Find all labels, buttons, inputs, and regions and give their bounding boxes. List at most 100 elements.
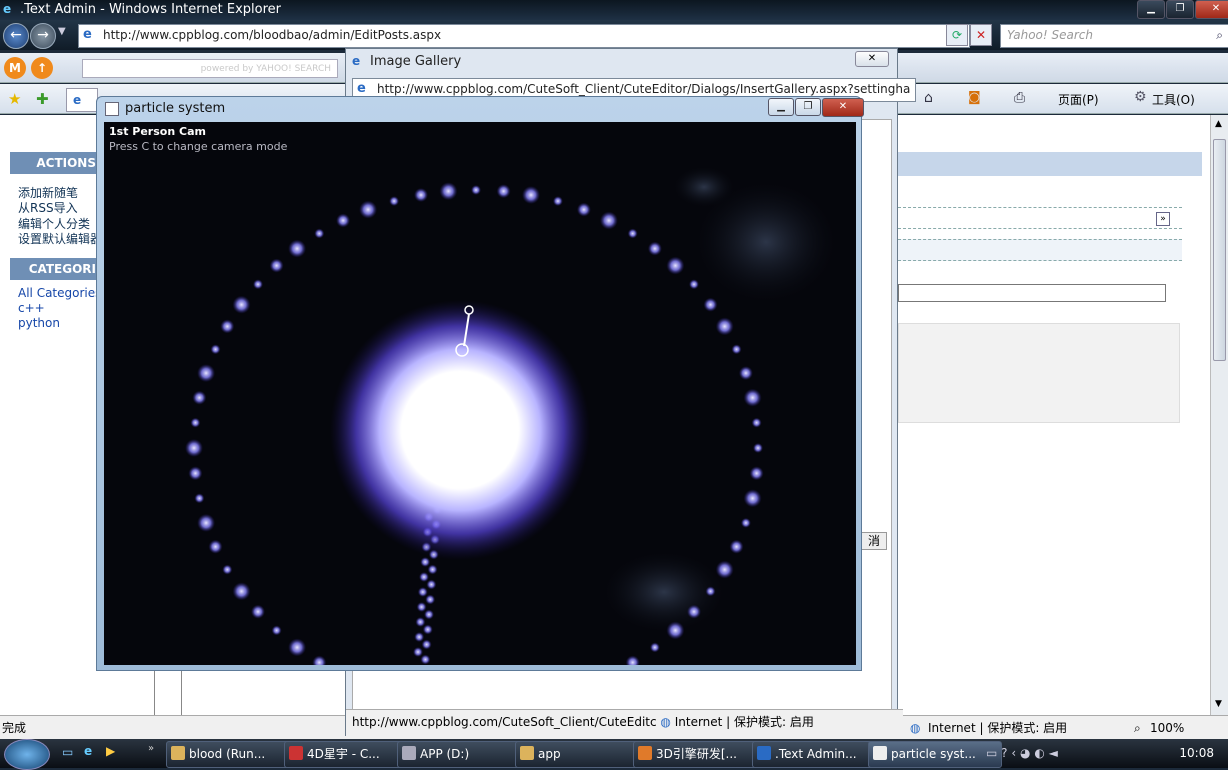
zoom-level[interactable]: 100% xyxy=(1150,716,1184,740)
media-player-icon[interactable]: ▶ xyxy=(106,744,115,758)
app-icon xyxy=(873,746,887,760)
particle xyxy=(271,625,282,636)
task-label: APP (D:) xyxy=(420,747,470,761)
particle xyxy=(413,647,423,657)
particle xyxy=(424,609,434,620)
task-label: 3D引擎研发[... xyxy=(656,747,738,761)
maximize-button[interactable]: ❐ xyxy=(1166,0,1194,19)
upload-icon[interactable]: ↑ xyxy=(31,57,53,79)
network-icon[interactable]: ▭ xyxy=(986,746,997,760)
scrollbar-thumb[interactable] xyxy=(1213,139,1226,361)
task-3d-engine[interactable]: 3D引擎研发[... xyxy=(633,741,770,768)
task-particle-system[interactable]: particle syst... xyxy=(868,741,1002,768)
update-icon[interactable]: ◐ xyxy=(1034,746,1044,760)
expand-toggle-icon[interactable]: » xyxy=(1156,212,1170,226)
start-button[interactable] xyxy=(4,739,50,770)
particle xyxy=(419,572,429,582)
particle xyxy=(420,557,431,567)
particle xyxy=(753,443,763,453)
particle xyxy=(471,185,481,195)
particle xyxy=(422,624,433,635)
scroll-down-icon[interactable]: ▼ xyxy=(1215,699,1222,709)
folder-icon xyxy=(171,746,185,760)
tools-menu[interactable]: 工具(O) xyxy=(1152,91,1195,108)
gallery-close-button[interactable]: ✕ xyxy=(855,51,889,67)
category-all[interactable]: All Categories xyxy=(18,286,101,300)
yahoo-search-box[interactable]: powered by YAHOO! SEARCH xyxy=(82,59,338,78)
page-icon: e xyxy=(83,27,92,42)
particle xyxy=(647,241,662,256)
particle xyxy=(414,188,428,202)
search-icon[interactable]: ⌕ xyxy=(1216,25,1223,45)
particle xyxy=(740,517,751,528)
folder-icon xyxy=(520,746,534,760)
ps-maximize-button[interactable]: ❐ xyxy=(795,98,821,116)
page-menu[interactable]: 页面(P) xyxy=(1058,91,1099,108)
particle xyxy=(220,319,235,334)
particle xyxy=(743,489,762,508)
rss-feed-icon[interactable]: ◙ xyxy=(968,90,981,105)
history-dropdown-icon[interactable]: ▼ xyxy=(58,26,66,37)
clock[interactable]: 10:08 xyxy=(1179,739,1214,768)
task-label: particle syst... xyxy=(891,747,976,761)
render-canvas[interactable]: 1st Person Cam Press C to change camera … xyxy=(104,122,856,665)
show-desktop-icon[interactable]: ▭ xyxy=(62,745,73,759)
gallery-security-zone: Internet | 保护模式: 启用 xyxy=(674,715,814,729)
category-cpp[interactable]: c++ xyxy=(18,301,45,315)
add-favorite-icon[interactable]: ✚ xyxy=(36,90,49,108)
particle xyxy=(703,297,718,312)
particle xyxy=(426,579,437,590)
task-text-admin[interactable]: .Text Admin... xyxy=(752,741,886,768)
close-button[interactable]: ✕ xyxy=(1195,0,1228,19)
task-4d[interactable]: 4D星宇 - C... xyxy=(284,741,413,768)
particle xyxy=(715,317,734,336)
ie-quicklaunch-icon[interactable]: e xyxy=(84,744,92,758)
particle xyxy=(421,639,432,650)
system-tray: ▭ ? ‹ ◕ ◐ ◄ xyxy=(986,742,1126,765)
chat-icon xyxy=(638,746,652,760)
action-default-editor[interactable]: 设置默认编辑器 xyxy=(18,230,102,247)
task-app-drive[interactable]: APP (D:) xyxy=(397,741,531,768)
search-input[interactable]: Yahoo! Search ⌕ xyxy=(1000,24,1228,48)
forward-button[interactable]: → xyxy=(30,23,56,49)
particle xyxy=(420,654,431,665)
particle-core xyxy=(330,300,590,560)
tab-text-admin[interactable]: e xyxy=(66,88,98,112)
category-python[interactable]: python xyxy=(18,316,60,330)
cancel-button[interactable]: 消 xyxy=(861,532,887,550)
security-zone: Internet | 保护模式: 启用 xyxy=(928,721,1068,735)
mail-icon[interactable]: M xyxy=(4,57,26,79)
particle xyxy=(729,539,744,554)
title-input[interactable] xyxy=(898,284,1166,302)
page-scrollbar[interactable]: ▲ ▼ xyxy=(1210,115,1228,715)
task-app[interactable]: app xyxy=(515,741,651,768)
favorites-star-icon[interactable]: ★ xyxy=(8,90,21,108)
more-icon[interactable]: » xyxy=(148,743,154,754)
particle xyxy=(192,390,207,405)
scroll-up-icon[interactable]: ▲ xyxy=(1215,119,1222,129)
camera-mode-label: 1st Person Cam xyxy=(109,125,206,138)
qq-icon[interactable]: ◕ xyxy=(1020,746,1030,760)
refresh-icon[interactable]: ⟳ xyxy=(946,24,968,46)
particle xyxy=(336,213,351,228)
minimize-button[interactable]: ▁ xyxy=(1137,0,1165,19)
task-blood[interactable]: blood (Run... xyxy=(166,741,300,768)
volume-icon[interactable]: ◄ xyxy=(1049,746,1058,760)
particle xyxy=(232,295,251,314)
ps-minimize-button[interactable]: ▁ xyxy=(768,98,794,116)
help-icon[interactable]: ? xyxy=(1001,746,1007,760)
back-button[interactable]: ← xyxy=(3,23,29,49)
stop-icon[interactable]: ✕ xyxy=(970,24,992,46)
print-icon[interactable]: ⎙ xyxy=(1014,90,1025,106)
opera-icon xyxy=(289,746,303,760)
ps-close-button[interactable]: ✕ xyxy=(822,98,864,117)
editor-area[interactable] xyxy=(898,323,1180,423)
particle xyxy=(389,196,400,207)
ie-logo-icon: e xyxy=(3,2,12,16)
particle-system-window: particle system ▁ ❐ ✕ 1st Person Cam Pre… xyxy=(96,96,864,671)
address-bar[interactable]: e http://www.cppblog.com/bloodbao/admin/… xyxy=(78,24,970,48)
home-icon[interactable]: ⌂ xyxy=(924,90,933,106)
tray-expand-icon[interactable]: ‹ xyxy=(1011,746,1016,760)
categories-header: CATEGORI xyxy=(10,258,100,280)
action-import-rss[interactable]: 从RSS导入 xyxy=(18,199,78,216)
